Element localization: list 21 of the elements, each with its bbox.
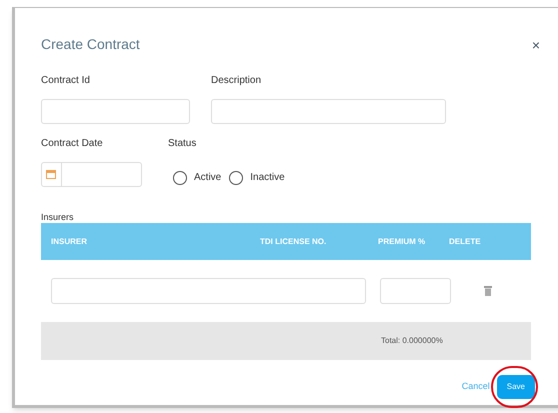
radio-option[interactable]: Active [173, 170, 222, 185]
field-label: Contract Id [41, 75, 91, 87]
trash-icon[interactable] [484, 286, 492, 296]
column-header: INSURER [51, 236, 88, 248]
radio-option[interactable]: Inactive [229, 170, 285, 185]
insurer-field[interactable] [51, 278, 366, 304]
dialog-title: Create Contract [41, 35, 140, 54]
field-label: Contract Date [41, 138, 104, 150]
calendar-icon [46, 170, 56, 179]
section-label: Insurers [41, 212, 74, 222]
column-header: DELETE [449, 236, 481, 248]
field-label: Status [168, 138, 198, 150]
input-field[interactable] [41, 99, 190, 124]
field-label: Description [211, 75, 262, 87]
column-header: PREMIUM % [378, 236, 426, 248]
date-field[interactable] [41, 162, 142, 187]
input-field[interactable] [211, 99, 446, 124]
column-header: TDI LICENSE NO. [260, 236, 328, 248]
total-text: Total: 0.000000% [381, 335, 443, 347]
close-button[interactable]: × [532, 38, 540, 52]
premium-field[interactable] [380, 278, 451, 304]
